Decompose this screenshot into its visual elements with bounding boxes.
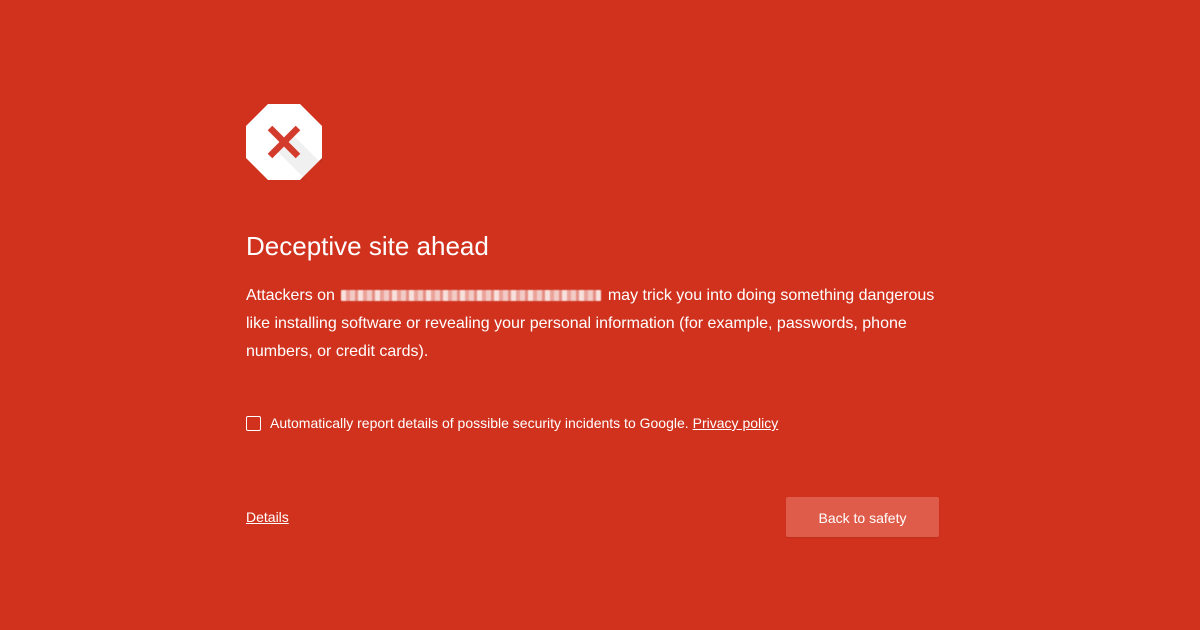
report-option: Automatically report details of possible… [246, 413, 778, 433]
description-prefix: Attackers on [246, 287, 335, 304]
privacy-policy-link[interactable]: Privacy policy [693, 413, 779, 433]
redacted-site-url [341, 290, 602, 302]
interstitial-content: Deceptive site ahead Attackers on may tr… [246, 104, 940, 366]
stop-sign-x-icon [246, 104, 322, 180]
details-link[interactable]: Details [246, 507, 289, 527]
back-to-safety-button[interactable]: Back to safety [786, 497, 939, 537]
warning-description: Attackers on may trick you into doing so… [246, 282, 940, 366]
report-checkbox[interactable] [246, 415, 261, 431]
report-checkbox-label: Automatically report details of possible… [270, 415, 689, 431]
page-title: Deceptive site ahead [246, 231, 489, 261]
